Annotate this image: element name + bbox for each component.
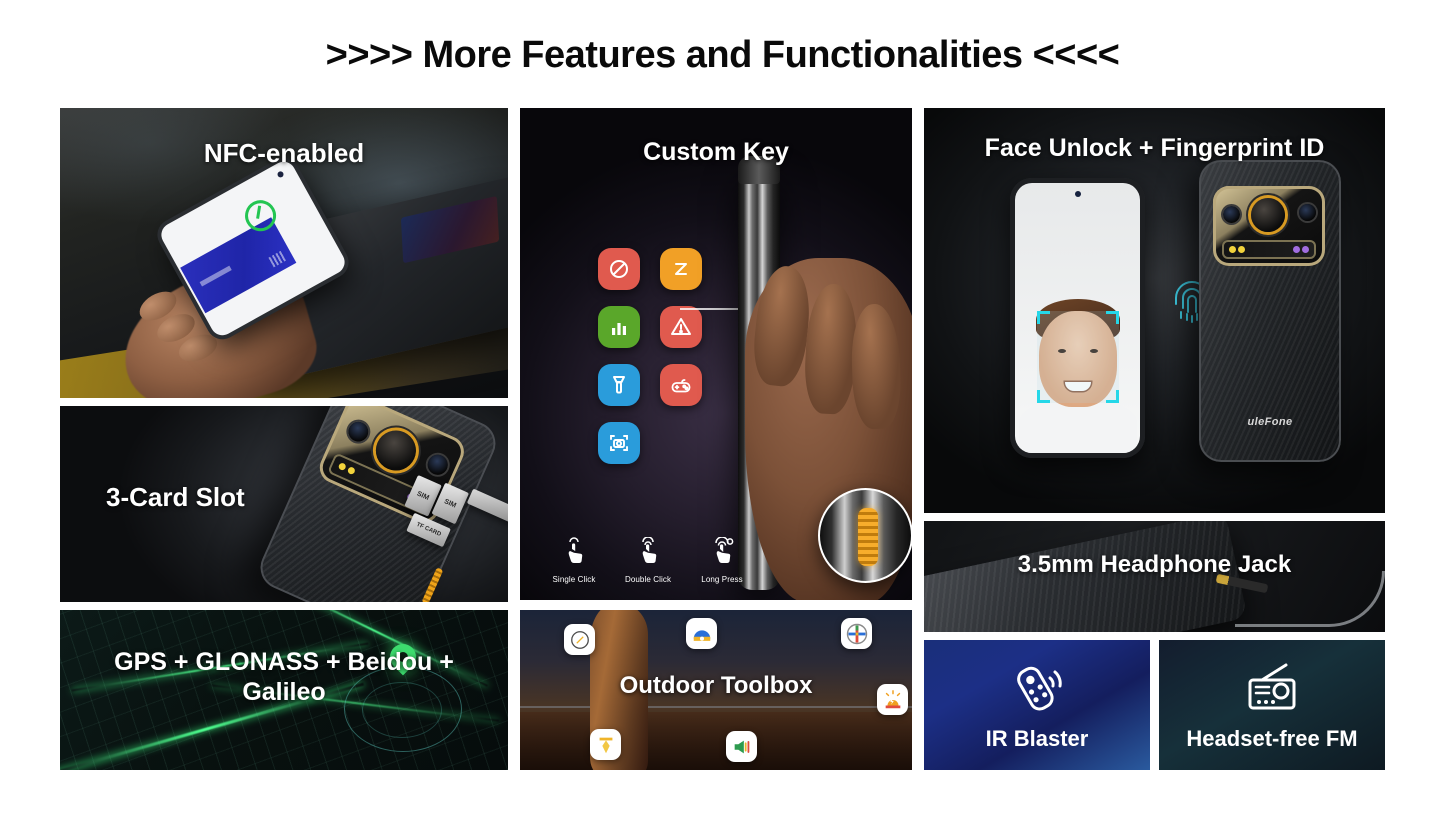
panel-title-toolbox: Outdoor Toolbox — [619, 672, 813, 699]
card-number-strip — [199, 265, 232, 287]
do-not-disturb-icon[interactable] — [598, 248, 640, 290]
panel-fm-radio[interactable]: Headset-free FM — [1159, 640, 1385, 770]
panel-outdoor-toolbox[interactable]: Outdoor Toolbox — [520, 610, 912, 770]
nfc-payment-card — [180, 217, 297, 314]
panel-title-face-unlock: Face Unlock + Fingerprint ID — [984, 134, 1325, 162]
uv-led — [1293, 246, 1300, 253]
panel-gps[interactable]: GPS + GLONASS + Beidou + Galileo — [60, 610, 508, 770]
face-box-corner — [1036, 390, 1050, 403]
phone-screen — [1015, 183, 1140, 453]
phone-front-view — [1010, 178, 1145, 458]
magnified-custom-key — [858, 508, 878, 566]
headphone-cable — [1235, 571, 1385, 627]
phone-back-view: uleFone — [1199, 160, 1341, 462]
panel-title-card-slot: 3-Card Slot — [106, 482, 245, 512]
camera-island — [1213, 186, 1325, 266]
custom-side-key — [421, 567, 444, 602]
panel-title-ir-blaster: IR Blaster — [985, 726, 1089, 751]
gesture-label: Single Click — [552, 575, 596, 584]
camera-strip-bar — [1222, 240, 1316, 259]
radio-icon — [1159, 660, 1385, 718]
face-box-corner — [1105, 311, 1119, 324]
gesture-single-click: Single Click — [548, 537, 600, 584]
secondary-lens — [345, 418, 372, 445]
panel-title-gps: GPS + GLONASS + Beidou + Galileo — [114, 648, 454, 706]
secondary-lens — [1223, 206, 1240, 223]
warning-triangle-icon[interactable] — [660, 306, 702, 348]
flash-led — [1229, 246, 1236, 253]
flash-led — [346, 466, 356, 476]
sleep-mode-icon[interactable] — [660, 248, 702, 290]
brand-logo: uleFone — [1247, 416, 1293, 428]
bar-chart-icon[interactable] — [598, 306, 640, 348]
nfc-phone-camera — [276, 170, 285, 179]
face-box-corner — [1105, 390, 1119, 403]
horizon-line — [520, 706, 912, 708]
shortcut-icon-grid — [598, 248, 716, 480]
gesture-label: Double Click — [624, 575, 672, 584]
front-camera — [1074, 191, 1081, 197]
flashlight-icon[interactable] — [598, 364, 640, 406]
panel-title-custom-key: Custom Key — [643, 138, 789, 166]
feature-grid: NFC-enabled SIM SIM TF CARD 3-Card Slot … — [60, 108, 1385, 770]
gesture-label: Long Press — [701, 575, 743, 584]
camera-scan-icon[interactable] — [598, 422, 640, 464]
remote-control-icon — [924, 660, 1150, 718]
plumb-bob-icon[interactable] — [590, 729, 621, 760]
panel-ir-blaster[interactable]: IR Blaster — [924, 640, 1150, 770]
panel-nfc[interactable]: NFC-enabled — [60, 108, 508, 398]
face-detection-box — [1036, 311, 1119, 403]
protractor-icon[interactable] — [686, 618, 717, 649]
panel-custom-key[interactable]: Custom Key Single Click Double Click Lon… — [520, 108, 912, 600]
rock-foreground — [520, 712, 912, 770]
panel-face-unlock[interactable]: uleFone Face Unlock + Fingerprint ID — [924, 108, 1385, 513]
panel-title-headphone-jack: 3.5mm Headphone Jack — [1017, 551, 1292, 578]
game-controller-icon[interactable] — [660, 364, 702, 406]
page-title: >>>> More Features and Functionalities <… — [325, 34, 1120, 76]
key-magnifier-callout — [818, 488, 912, 583]
contactless-wave-icon — [268, 250, 286, 268]
person-shirt — [1018, 401, 1137, 453]
crosshair-icon[interactable] — [841, 618, 872, 649]
flash-led — [1238, 246, 1245, 253]
compass-icon[interactable] — [564, 624, 595, 655]
panel-title-nfc: NFC-enabled — [203, 138, 365, 168]
tertiary-lens — [1299, 204, 1316, 221]
panel-card-slot[interactable]: SIM SIM TF CARD 3-Card Slot — [60, 406, 508, 602]
gesture-double-click: Double Click — [622, 536, 674, 584]
main-lens — [1251, 198, 1285, 232]
face-box-corner — [1036, 311, 1050, 324]
flash-led — [337, 461, 347, 472]
loudspeaker-icon[interactable] — [726, 731, 757, 762]
panel-title-fm-radio: Headset-free FM — [1186, 726, 1358, 751]
uv-led — [1302, 246, 1309, 253]
gesture-long-press: Long Press — [696, 536, 748, 584]
tray-holder — [466, 488, 508, 524]
gesture-legend: Single Click Double Click Long Press — [548, 536, 748, 584]
panel-headphone-jack[interactable]: 3.5mm Headphone Jack — [924, 521, 1385, 632]
